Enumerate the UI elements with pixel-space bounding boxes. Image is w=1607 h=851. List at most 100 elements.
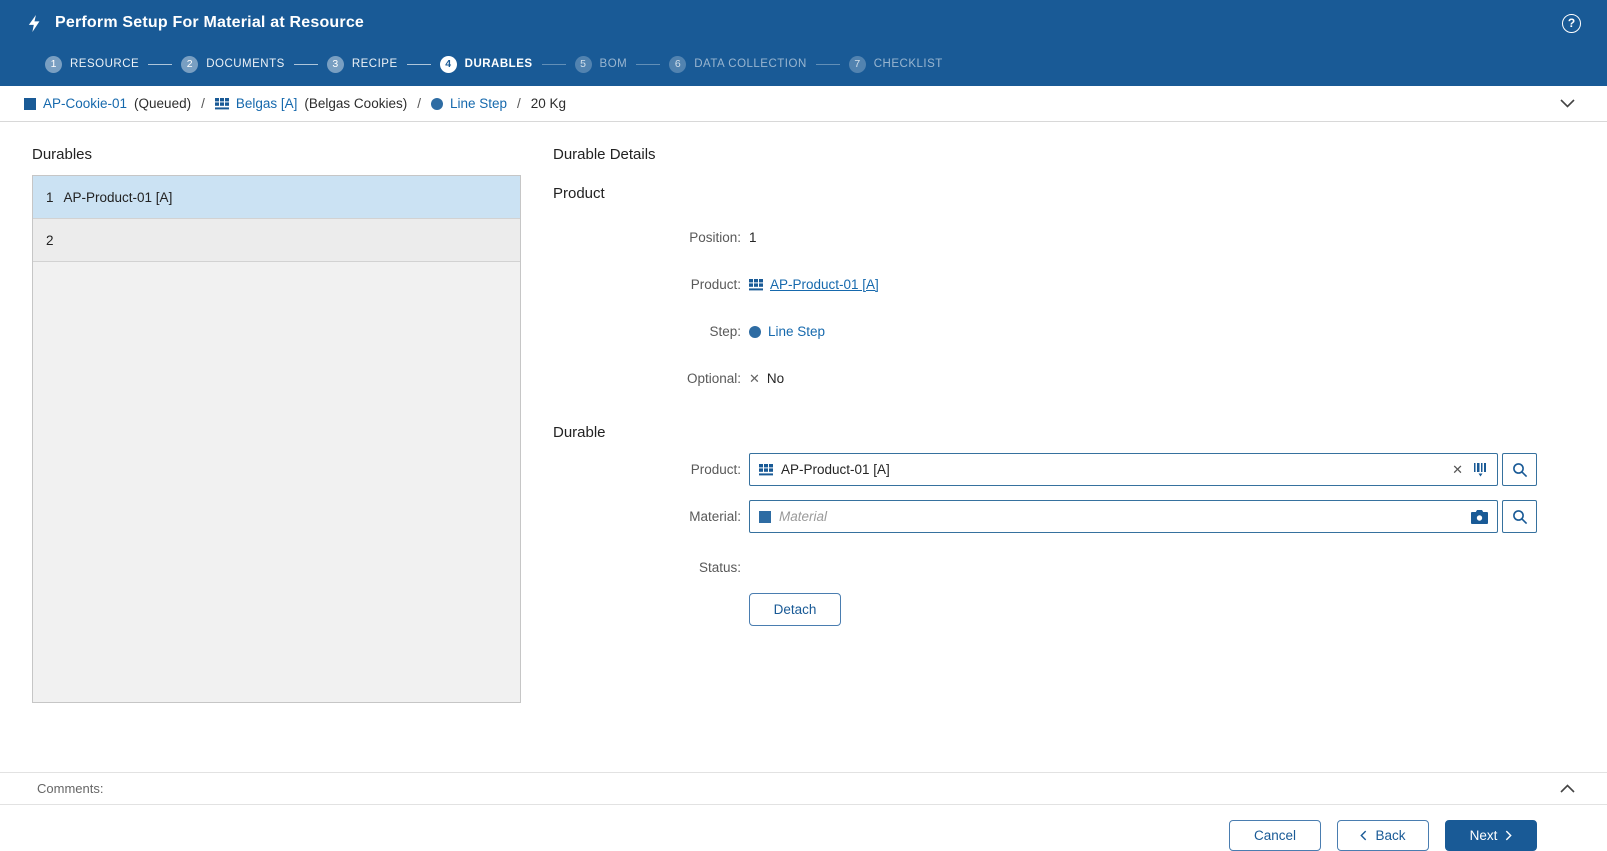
chevron-left-icon	[1360, 830, 1367, 841]
step-connector	[636, 63, 661, 65]
detach-button[interactable]: Detach	[749, 593, 841, 626]
durable-material-input-wrap[interactable]	[749, 500, 1498, 533]
durables-title: Durables	[32, 146, 93, 163]
optional-label: Optional:	[686, 371, 741, 386]
step-data-collection[interactable]: 6 DATA COLLECTION	[669, 55, 807, 73]
durables-list: 1 AP-Product-01 [A] 2	[32, 175, 521, 703]
step-value: Line Step	[768, 324, 826, 339]
durable-list-item[interactable]: 2	[33, 219, 520, 262]
step-bom[interactable]: 5 BOM	[574, 55, 628, 73]
step-label: CHECKLIST	[873, 58, 943, 70]
step-recipe[interactable]: 3 RECIPE	[326, 55, 398, 73]
product-field: Product: AP-Product-01 [A]	[553, 261, 1537, 308]
camera-icon[interactable]	[1471, 509, 1488, 524]
durable-list-item[interactable]: 1 AP-Product-01 [A]	[33, 176, 520, 219]
step-label: RESOURCE	[70, 58, 140, 70]
wizard-stepper: 1 RESOURCE 2 DOCUMENTS 3 RECIPE 4 DURABL…	[0, 46, 1607, 86]
step-documents[interactable]: 2 DOCUMENTS	[181, 55, 285, 73]
step-number: 1	[45, 55, 62, 73]
durable-material-input[interactable]	[779, 509, 1463, 524]
comments-bar: Comments:	[0, 772, 1607, 805]
status-label: Status:	[698, 559, 741, 575]
next-label: Next	[1469, 828, 1498, 843]
durable-material-label: Material:	[689, 509, 741, 524]
sfc-square-icon	[24, 97, 36, 110]
durable-product-label: Product:	[690, 462, 741, 477]
durable-details-title: Durable Details	[553, 146, 656, 163]
position-field: Position: 1	[553, 214, 1537, 261]
optional-field: Optional: ✕ No	[553, 355, 1537, 402]
durable-product-row: Product: ✕	[553, 453, 1537, 486]
back-button[interactable]: Back	[1337, 820, 1429, 851]
material-grid-icon	[214, 97, 229, 110]
material-square-icon	[759, 510, 771, 523]
durable-product-input[interactable]	[781, 462, 1445, 477]
title-row: Perform Setup For Material at Resource ?	[0, 0, 1607, 46]
step-checklist[interactable]: 7 CHECKLIST	[848, 55, 943, 73]
step-connector	[541, 63, 566, 65]
help-icon[interactable]: ?	[1562, 13, 1581, 33]
step-label: DOCUMENTS	[206, 58, 285, 70]
position-value: 1	[749, 230, 757, 245]
material-grid-icon	[749, 278, 763, 291]
step-circle-icon	[430, 97, 443, 110]
comments-label: Comments:	[37, 781, 104, 796]
durable-material-row: Material:	[553, 500, 1537, 533]
step-label: BOM	[599, 58, 628, 70]
step-number: 6	[669, 55, 687, 73]
chevron-down-icon[interactable]	[1560, 99, 1575, 108]
durable-details-panel: Durable Details Product Position: 1 Prod…	[521, 136, 1537, 772]
dialog-header: Perform Setup For Material at Resource ?…	[0, 0, 1607, 86]
durable-name: AP-Product-01 [A]	[63, 189, 173, 205]
cancel-label: Cancel	[1253, 828, 1297, 843]
step-label: DURABLES	[464, 58, 533, 70]
step-connector	[406, 63, 431, 65]
breadcrumb-quantity: 20 Kg	[530, 96, 567, 111]
step-resource[interactable]: 1 RESOURCE	[45, 55, 140, 73]
durable-section-title: Durable	[553, 424, 606, 441]
breadcrumb-separator: /	[417, 96, 421, 111]
step-number: 7	[848, 55, 866, 73]
durable-position: 1	[46, 189, 54, 205]
footer-actions: Cancel Back Next	[0, 805, 1607, 851]
step-durables[interactable]: 4 DURABLES	[439, 55, 533, 73]
material-grid-icon	[759, 463, 773, 476]
dialog-title: Perform Setup For Material at Resource	[55, 14, 365, 31]
chevron-up-icon[interactable]	[1560, 784, 1575, 793]
detach-row: Detach	[749, 593, 1537, 626]
product-label: Product:	[690, 277, 741, 292]
clear-icon[interactable]: ✕	[1452, 463, 1463, 476]
position-label: Position:	[689, 230, 741, 245]
next-button[interactable]: Next	[1445, 820, 1537, 851]
step-circle-icon	[749, 325, 761, 338]
lightning-icon	[26, 14, 43, 33]
breadcrumb: AP-Cookie-01 (Queued) / Belgas [A] (Belg…	[0, 86, 1607, 122]
step-field: Step: Line Step	[553, 308, 1537, 355]
main-content: Durables 1 AP-Product-01 [A] 2 Durable D…	[0, 122, 1607, 772]
barcode-scan-icon[interactable]	[1474, 462, 1488, 477]
step-connector	[148, 63, 173, 65]
chevron-right-icon	[1505, 830, 1513, 841]
durable-product-input-wrap[interactable]: ✕	[749, 453, 1498, 486]
product-link[interactable]: AP-Product-01 [A]	[770, 277, 879, 292]
breadcrumb-sfc-status: (Queued)	[134, 96, 192, 111]
product-section-title: Product	[553, 185, 605, 202]
durables-panel: Durables 1 AP-Product-01 [A] 2	[32, 136, 521, 772]
breadcrumb-step: Line Step	[449, 96, 508, 111]
step-connector	[815, 63, 840, 65]
durable-position: 2	[46, 232, 54, 248]
breadcrumb-separator: /	[517, 96, 521, 111]
step-number: 4	[439, 55, 457, 73]
cancel-button[interactable]: Cancel	[1229, 820, 1321, 851]
breadcrumb-material-link[interactable]: Belgas [A]	[236, 96, 298, 111]
product-search-button[interactable]	[1502, 453, 1537, 486]
step-number: 2	[181, 55, 199, 73]
step-label: DATA COLLECTION	[694, 58, 807, 70]
breadcrumb-material-desc: (Belgas Cookies)	[304, 96, 408, 111]
optional-value: No	[766, 371, 785, 386]
step-connector	[293, 63, 318, 65]
material-search-button[interactable]	[1502, 500, 1537, 533]
breadcrumb-sfc-link[interactable]: AP-Cookie-01	[43, 96, 127, 111]
step-label: Step:	[709, 324, 741, 339]
step-number: 3	[326, 55, 344, 73]
